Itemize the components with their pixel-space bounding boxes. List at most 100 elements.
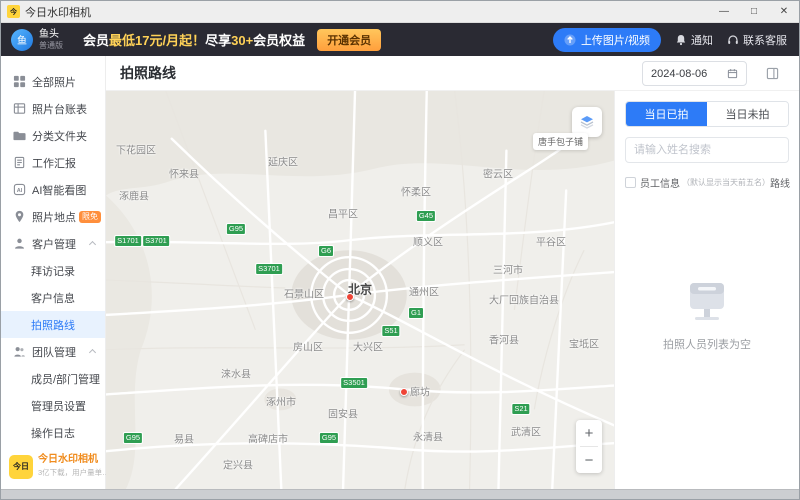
sidebar-item-label: 全部照片	[32, 74, 76, 90]
window-title: 今日水印相机	[25, 4, 91, 20]
sidebar-item-label: 工作汇报	[32, 155, 76, 171]
open-membership-button[interactable]: 开通会员	[317, 29, 381, 51]
brand-subtitle: 3亿下载，用户量单…	[38, 468, 110, 477]
upload-icon	[564, 34, 576, 46]
map-label: 永清县	[413, 429, 443, 444]
sidebar-item-operation-log[interactable]: 操作日志	[1, 419, 105, 446]
app-header-right: 上传图片/视频 通知 联系客服	[553, 28, 787, 52]
sidebar-item-member-dept-mgmt[interactable]: 成员/部门管理	[1, 365, 105, 392]
sidebar: 全部照片照片台账表分类文件夹工作汇报 AI AI智能看图照片地点限免客户管理拜访记录…	[1, 56, 106, 489]
sidebar-item-label: 成员/部门管理	[31, 371, 100, 387]
sidebar-item-photo-route[interactable]: 拍照路线	[1, 311, 105, 338]
empty-state-text: 拍照人员列表为空	[663, 336, 751, 352]
upload-button[interactable]: 上传图片/视频	[553, 28, 661, 52]
tab-taken-today[interactable]: 当日已拍	[626, 102, 707, 126]
brand-text: 今日水印相机 3亿下载，用户量单…	[38, 454, 110, 479]
sidebar-item-customer-info[interactable]: 客户信息	[1, 284, 105, 311]
sidebar-item-label: AI智能看图	[32, 182, 86, 198]
maximize-button[interactable]: □	[739, 1, 769, 22]
map-label: 延庆区	[268, 154, 298, 169]
map-label: 武清区	[511, 424, 541, 439]
headset-icon	[727, 34, 739, 46]
notifications-button[interactable]: 通知	[675, 32, 713, 48]
sidebar-item-label: 管理员设置	[31, 398, 86, 414]
sidebar-item-label: 团队管理	[32, 344, 76, 360]
list-header: 员工信息 （默认显示当天前五名） 路线	[625, 175, 789, 190]
brand-logo: 今日	[9, 455, 33, 479]
col-employee-hint: （默认显示当天前五名）	[682, 177, 770, 188]
zoom-in-button[interactable]: +	[576, 420, 602, 446]
user-plan-badge: 普通版	[39, 41, 63, 50]
road-badge: G1	[408, 307, 424, 319]
map-label: 廊坊	[410, 384, 430, 399]
sidebar-item-customer-mgmt[interactable]: 客户管理	[1, 230, 105, 257]
map-zoom-control: + −	[576, 420, 602, 473]
col-employee-info: 员工信息	[640, 175, 680, 190]
sidebar-item-admin-settings[interactable]: 管理员设置	[1, 392, 105, 419]
map-label: 通州区	[409, 284, 439, 299]
date-picker[interactable]: 2024-08-06	[642, 61, 747, 86]
avatar[interactable]: 鱼	[11, 29, 33, 51]
chevron-up-icon	[89, 241, 96, 248]
main-body: 唐手包子铺 + − 下花园区怀来县涿鹿县延庆区密云区怀柔区昌平区顺义区平谷区北京…	[106, 91, 799, 489]
map-canvas[interactable]: 唐手包子铺 + − 下花园区怀来县涿鹿县延庆区密云区怀柔区昌平区顺义区平谷区北京…	[106, 91, 614, 489]
sidebar-item-label: 操作日志	[31, 425, 75, 441]
road-badge: G6	[318, 245, 334, 257]
app-window: 今 今日水印相机 — □ ✕ 鱼 鱼头 普通版 会员最低17元/月起！尽享30+…	[0, 0, 800, 500]
road-badge: S51	[381, 325, 400, 337]
map-label: 下花园区	[116, 142, 156, 157]
road-badge: G95	[123, 432, 143, 444]
page-title: 拍照路线	[120, 63, 176, 83]
sidebar-footer: 今日 今日水印相机 3亿下载，用户量单…	[9, 454, 110, 479]
col-route: 路线	[770, 175, 790, 190]
all-photos-icon	[13, 75, 26, 88]
photo-location-icon	[13, 210, 26, 223]
sidebar-item-folders[interactable]: 分类文件夹	[1, 122, 105, 149]
promo-highlight: 最低17元/月起！	[109, 33, 205, 48]
sidebar-item-photo-location[interactable]: 照片地点限免	[1, 203, 105, 230]
road-badge: S3501	[340, 377, 368, 389]
window-controls: — □ ✕	[709, 1, 799, 22]
contact-support-button[interactable]: 联系客服	[727, 32, 787, 48]
map-label: 涿州市	[266, 394, 296, 409]
map-label: 昌平区	[328, 206, 358, 221]
window-titlebar: 今 今日水印相机 — □ ✕	[1, 1, 799, 23]
road-badge: S1701	[114, 235, 142, 247]
tab-not-taken-today[interactable]: 当日未拍	[707, 102, 788, 126]
sidebar-item-all-photos[interactable]: 全部照片	[1, 68, 105, 95]
sidebar-item-photo-ledger[interactable]: 照片台账表	[1, 95, 105, 122]
promo-part: 会员权益	[253, 33, 305, 48]
search-input[interactable]	[625, 137, 789, 163]
location-marker	[346, 293, 354, 301]
sidebar-item-ai-view[interactable]: AI AI智能看图	[1, 176, 105, 203]
layers-icon	[579, 114, 595, 130]
road-badge: S3701	[142, 235, 170, 247]
sidebar-item-visit-records[interactable]: 拜访记录	[1, 257, 105, 284]
contact-support-label: 联系客服	[743, 32, 787, 48]
brand-name: 今日水印相机	[38, 454, 98, 465]
map-label: 三河市	[493, 262, 523, 277]
zoom-out-button[interactable]: −	[576, 447, 602, 473]
right-panel: 当日已拍 当日未拍 员工信息 （默认显示当天前五名） 路线 拍照人员列表为空	[614, 91, 799, 489]
road-badge: G45	[416, 210, 436, 222]
chevron-up-icon	[89, 349, 96, 356]
map-label: 平谷区	[536, 234, 566, 249]
promo-highlight: 30+	[231, 33, 253, 48]
sidebar-item-label: 拍照路线	[31, 317, 75, 333]
main-header: 拍照路线 2024-08-06	[106, 56, 799, 91]
ai-view-icon: AI	[13, 183, 26, 196]
member-promo: 会员最低17元/月起！尽享30+会员权益	[83, 30, 305, 49]
sidebar-menu: 全部照片照片台账表分类文件夹工作汇报 AI AI智能看图照片地点限免客户管理拜访记录…	[1, 68, 105, 446]
close-button[interactable]: ✕	[769, 1, 799, 22]
minimize-button[interactable]: —	[709, 1, 739, 22]
map-label: 易县	[174, 431, 194, 446]
work-report-icon	[13, 156, 26, 169]
map-label: 怀来县	[169, 166, 199, 181]
map-label: 香河县	[489, 332, 519, 347]
sidebar-item-work-report[interactable]: 工作汇报	[1, 149, 105, 176]
taskbar-strip	[1, 489, 799, 499]
app-icon: 今	[7, 5, 20, 18]
panel-toggle-icon[interactable]	[763, 64, 781, 82]
sidebar-item-team-mgmt[interactable]: 团队管理	[1, 338, 105, 365]
select-all-checkbox[interactable]	[625, 177, 636, 188]
